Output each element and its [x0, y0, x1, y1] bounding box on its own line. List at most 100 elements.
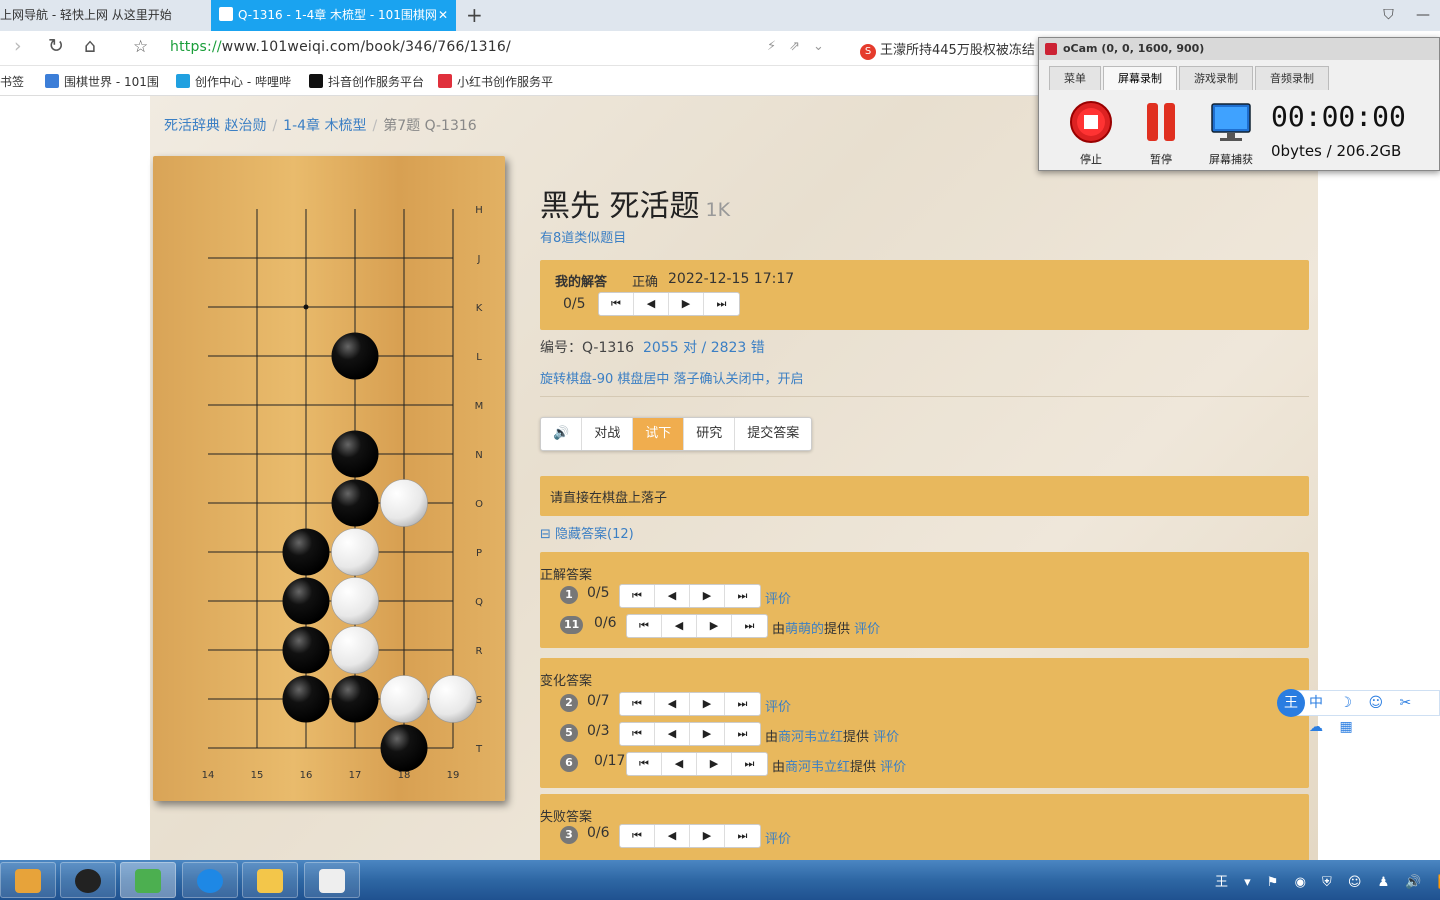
monitor-icon [1211, 103, 1251, 141]
close-tab-icon[interactable]: ✕ [438, 0, 448, 31]
ocam-tab-menu[interactable]: 菜单 [1049, 66, 1101, 90]
first-move-button[interactable]: ⏮ [620, 693, 655, 715]
board-options[interactable]: 旋转棋盘-90 棋盘居中 落子确认关闭中，开启 [540, 368, 804, 387]
board-canvas[interactable]: 14 15 16 17 18 19 H J K L M N O P Q R S T [153, 156, 505, 801]
taskbar-ocam[interactable] [304, 862, 360, 898]
answer-number-badge: 6 [560, 754, 578, 772]
music-icon [135, 869, 161, 893]
next-move-button[interactable]: ▶ [690, 585, 725, 607]
bookmark-bilibili[interactable]: 创作中心 - 哔哩哔 [176, 73, 291, 90]
next-move-button[interactable]: ▶ [690, 693, 725, 715]
weiqi-icon [45, 74, 59, 88]
battle-button[interactable]: 对战 [582, 418, 634, 450]
next-move-button[interactable]: ▶ [669, 293, 704, 315]
ocam-tab-audio-record[interactable]: 音频录制 [1255, 66, 1329, 90]
taskbar-qq[interactable] [60, 862, 116, 898]
forward-icon[interactable]: › [14, 35, 22, 57]
ime-toolbar[interactable]: 王中 ☽ ☺ ✂ ☁ ▦ [1277, 689, 1440, 735]
ocam-pause-button[interactable]: 暂停 [1133, 100, 1189, 167]
ime-logo-icon[interactable]: 王 [1277, 689, 1305, 717]
url-protocol: https:// [170, 39, 222, 55]
similar-problems-link[interactable]: 有8道类似题目 [540, 227, 626, 246]
answer-rate-link[interactable]: 评价 [765, 588, 791, 607]
answer-replay-controls: ⏮ ◀ ▶ ⏭ [626, 614, 768, 638]
prev-move-button[interactable]: ◀ [655, 825, 690, 847]
first-move-button[interactable]: ⏮ [620, 585, 655, 607]
ocam-capture-button[interactable]: 屏幕捕获 [1203, 100, 1259, 167]
tab-active-problem[interactable]: Q-1316 - 1-4章 木梳型 - 101围棋网 ✕ [211, 0, 456, 31]
bookmark-101weiqi[interactable]: 围棋世界 - 101围 [45, 73, 159, 90]
first-move-button[interactable]: ⏮ [627, 753, 662, 775]
window-controls[interactable]: ⛉ — [1383, 0, 1430, 31]
home-icon[interactable]: ⌂ [84, 35, 96, 57]
study-button[interactable]: 研究 [684, 418, 736, 450]
prev-move-button[interactable]: ◀ [655, 585, 690, 607]
reload-icon[interactable]: ↻ [48, 35, 64, 57]
prev-move-button[interactable]: ◀ [662, 615, 697, 637]
answer-rate-link[interactable]: 由萌萌的提供 评价 [772, 618, 880, 637]
breadcrumb-chapter[interactable]: 1-4章 木梳型 [283, 118, 366, 134]
last-move-button[interactable]: ⏭ [704, 293, 739, 315]
sound-button[interactable]: 🔊 [541, 418, 583, 450]
next-move-button[interactable]: ▶ [697, 615, 732, 637]
bookmark-xiaohongshu[interactable]: 小红书创作服务平 [438, 73, 553, 90]
ocam-tab-screen-record[interactable]: 屏幕录制 [1103, 66, 1177, 90]
first-move-button[interactable]: ⏮ [627, 615, 662, 637]
tab-navigation[interactable]: 上网导航 - 轻快上网 从这里开始 [0, 0, 205, 31]
start-button[interactable] [0, 862, 56, 898]
answer-rate-link[interactable]: 评价 [765, 696, 791, 715]
answer-rate-link[interactable]: 评价 [765, 828, 791, 847]
prev-move-button[interactable]: ◀ [634, 293, 669, 315]
address-actions[interactable]: ⚡⇗⌄ [767, 39, 837, 54]
answer-move-count: 0/6 [587, 825, 610, 841]
ocam-titlebar[interactable]: oCam (0, 0, 1600, 900) [1039, 38, 1439, 60]
prev-move-button[interactable]: ◀ [655, 723, 690, 745]
last-move-button[interactable]: ⏭ [732, 753, 767, 775]
last-move-button[interactable]: ⏭ [725, 693, 760, 715]
bookmark-star-icon[interactable]: ☆ [133, 37, 148, 57]
prev-move-button[interactable]: ◀ [662, 753, 697, 775]
hide-answers-toggle[interactable]: ⊟ 隐藏答案(12) [540, 523, 634, 542]
last-move-button[interactable]: ⏭ [725, 585, 760, 607]
go-board[interactable]: 14 15 16 17 18 19 H J K L M N O P Q R S T [153, 156, 505, 801]
system-tray[interactable]: 王 ▾ ⚑ ◉ ⛨ ☺ ♟ 🔊 📶 [1215, 871, 1440, 890]
bookmark-douyin[interactable]: 抖音创作服务平台 [309, 73, 424, 90]
url-field[interactable]: https://www.101weiqi.com/book/346/766/13… [170, 39, 511, 55]
ocam-tab-game-record[interactable]: 游戏录制 [1179, 66, 1253, 90]
tab-title: Q-1316 - 1-4章 木梳型 - 101围棋网 [238, 8, 437, 22]
first-move-button[interactable]: ⏮ [620, 825, 655, 847]
taskbar-browser[interactable] [182, 862, 238, 898]
taskbar-music[interactable] [120, 862, 176, 898]
correct-answers-heading: 正解答案 [540, 568, 593, 583]
first-move-button[interactable]: ⏮ [599, 293, 634, 315]
bookmark-folder[interactable]: 书签 [0, 73, 24, 90]
breadcrumb-book[interactable]: 死活辞典 赵治勋 [164, 118, 266, 134]
news-ticker[interactable]: S 王濛所持445万股权被冻结 [860, 39, 1035, 60]
site-favicon-icon [219, 7, 233, 21]
prev-move-button[interactable]: ◀ [655, 693, 690, 715]
last-move-button[interactable]: ⏭ [725, 825, 760, 847]
breadcrumb-sep: / [272, 118, 278, 134]
last-move-button[interactable]: ⏭ [725, 723, 760, 745]
submit-answer-button[interactable]: 提交答案 [735, 418, 811, 450]
news-text: 王濛所持445万股权被冻结 [880, 43, 1035, 58]
new-tab-button[interactable]: + [466, 0, 483, 30]
next-move-button[interactable]: ▶ [697, 753, 732, 775]
row-label: M [475, 401, 484, 412]
white-stone [331, 626, 379, 674]
first-move-button[interactable]: ⏮ [620, 723, 655, 745]
answer-rate-link[interactable]: 由商河韦立红提供 评价 [765, 726, 899, 745]
problem-stats[interactable]: 2055 对 / 2823 错 [643, 340, 765, 356]
ocam-stop-button[interactable]: 停止 [1063, 100, 1119, 167]
page-content: 死活辞典 赵治勋/1-4章 木梳型 / 第7题 Q-1316 14 15 16 17 18 1… [0, 96, 1440, 864]
answer-move-count: 0/6 [594, 615, 617, 631]
answer-rate-link[interactable]: 由商河韦立红提供 评价 [772, 756, 906, 775]
last-move-button[interactable]: ⏭ [732, 615, 767, 637]
next-move-button[interactable]: ▶ [690, 825, 725, 847]
stop-label: 停止 [1080, 153, 1102, 166]
taskbar-explorer[interactable] [242, 862, 298, 898]
try-button[interactable]: 试下 [633, 418, 685, 450]
next-move-button[interactable]: ▶ [690, 723, 725, 745]
stop-icon [1070, 101, 1112, 143]
ocam-size: 0bytes / 206.2GB [1271, 142, 1402, 160]
